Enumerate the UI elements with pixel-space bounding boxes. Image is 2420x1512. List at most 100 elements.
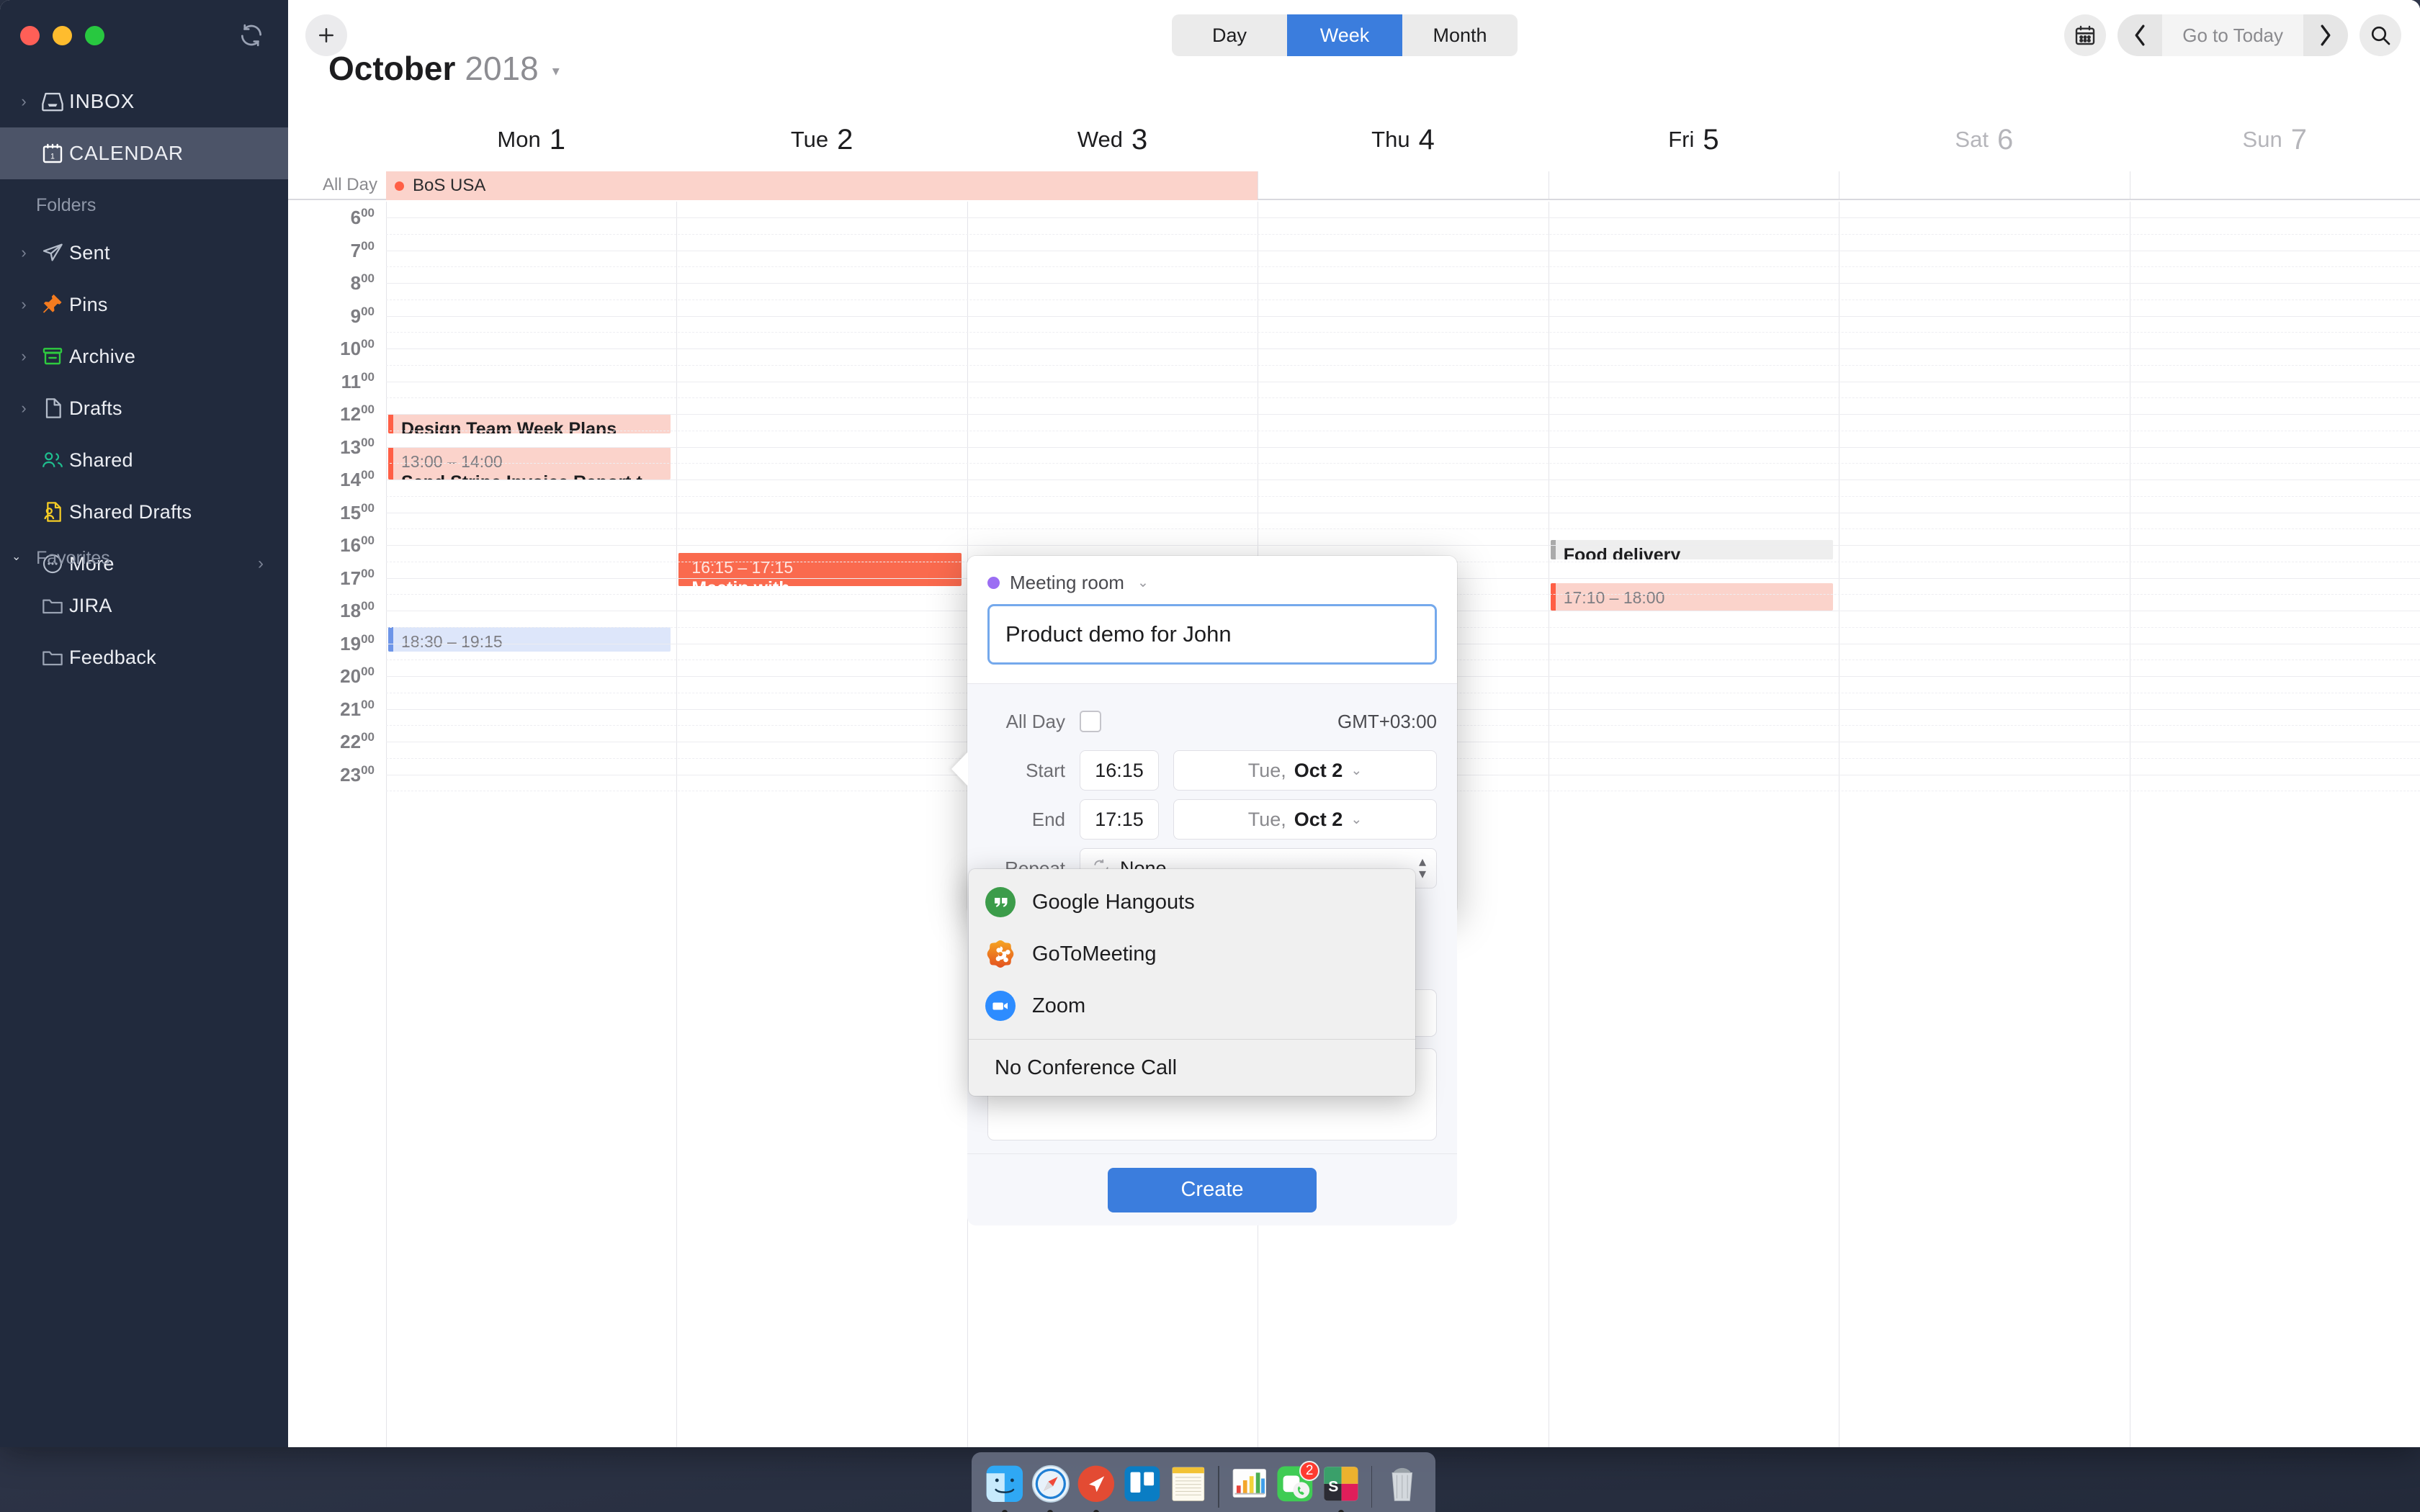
drafts-icon	[36, 394, 69, 423]
sidebar-item-label: JIRA	[69, 594, 112, 616]
dock-item-trello[interactable]	[1123, 1464, 1162, 1512]
dock-item-numbers[interactable]	[1230, 1464, 1269, 1512]
sidebar-item-feedback[interactable]: Feedback	[0, 631, 288, 683]
event-title: Meetin with	[691, 577, 961, 585]
inbox-icon	[36, 87, 69, 116]
day-column-sun[interactable]	[2129, 202, 2420, 1447]
go-to-today-button[interactable]: Go to Today	[2162, 14, 2303, 56]
start-date-field[interactable]: Tue, Oct 2 ⌄	[1173, 750, 1437, 791]
sidebar-item-pins[interactable]: › Pins	[0, 279, 288, 330]
sidebar-item-label: Shared Drafts	[69, 500, 192, 523]
hour-line	[386, 315, 2420, 317]
previous-week-button[interactable]	[2118, 14, 2162, 56]
chevron-down-icon[interactable]: ⌄	[1137, 575, 1149, 591]
sidebar-item-drafts[interactable]: › Drafts	[0, 382, 288, 434]
dock-item-trash[interactable]	[1383, 1464, 1422, 1512]
sidebar-item-calendar[interactable]: 1 CALENDAR	[0, 127, 288, 179]
time-tick: 1100	[341, 369, 375, 392]
menu-item-google-hangouts[interactable]: Google Hangouts	[969, 876, 1415, 928]
chevron-right-icon[interactable]: ›	[12, 297, 36, 312]
event-title-input[interactable]	[987, 604, 1437, 665]
day-header-mon[interactable]: Mon 1	[386, 108, 676, 171]
end-date-dow: Tue,	[1247, 808, 1286, 830]
day-column-mon[interactable]: Design Team Week Plans 13:00 – 14:00Send …	[386, 202, 676, 1447]
sidebar-item-shared[interactable]: Shared	[0, 434, 288, 486]
date-navigation: Go to Today	[2118, 14, 2348, 56]
sidebar-item-jira[interactable]: JIRA	[0, 580, 288, 631]
day-column-tue[interactable]: 16:15 – 17:15Meetin with	[676, 202, 967, 1447]
search-icon[interactable]	[2360, 14, 2401, 56]
all-day-event-bos-usa[interactable]: BoS USA	[386, 171, 1258, 200]
day-header-fri[interactable]: Fri 5	[1549, 108, 1839, 171]
tab-week[interactable]: Week	[1287, 14, 1402, 56]
dock-item-finder[interactable]	[985, 1464, 1024, 1512]
menu-item-gotomeeting[interactable]: GoToMeeting	[969, 928, 1415, 980]
dock-item-facetime[interactable]: 2	[1276, 1461, 1320, 1512]
day-header-sat[interactable]: Sat 6	[1839, 108, 2129, 171]
time-tick: 1300	[340, 435, 375, 458]
next-week-button[interactable]	[2303, 14, 2348, 56]
menu-item-zoom[interactable]: Zoom	[969, 980, 1415, 1032]
sidebar-item-sent[interactable]: › Sent	[0, 227, 288, 279]
dock-item-notes[interactable]	[1169, 1464, 1208, 1512]
create-button[interactable]: Create	[1108, 1167, 1317, 1212]
half-hour-line	[386, 332, 2420, 333]
day-header-tue[interactable]: Tue 2	[676, 108, 967, 171]
window-controls	[20, 26, 104, 45]
all-day-col	[1258, 171, 1548, 199]
chevron-right-icon[interactable]: ›	[12, 245, 36, 261]
day-header-wed[interactable]: Wed 3	[967, 108, 1258, 171]
chevron-right-icon[interactable]: ›	[12, 348, 36, 364]
chevron-right-icon[interactable]: ›	[12, 94, 36, 109]
all-day-col	[1548, 171, 1839, 199]
minimize-button[interactable]	[53, 26, 72, 45]
day-header-thu[interactable]: Thu 4	[1258, 108, 1548, 171]
gotomeeting-icon	[985, 938, 1016, 970]
day-column-fri[interactable]: Food delivery 17:10 – 18:00Feedback & HP …	[1548, 202, 1839, 1447]
shared-drafts-icon	[36, 498, 69, 526]
end-date-field[interactable]: Tue, Oct 2 ⌄	[1173, 799, 1437, 840]
start-time-field[interactable]: 16:15	[1080, 750, 1159, 791]
page-title[interactable]: October 2018 ▾	[328, 49, 560, 88]
calendar-event[interactable]: Food delivery	[1550, 540, 1834, 560]
dock: 2 S	[972, 1452, 1435, 1512]
chevron-down-icon[interactable]: ▾	[552, 62, 560, 80]
stepper-icon[interactable]: ▴ ▾	[1419, 855, 1426, 881]
chevron-down-icon[interactable]: ⌄	[1350, 762, 1362, 779]
end-time-field[interactable]: 17:15	[1080, 799, 1159, 840]
sidebar-item-inbox[interactable]: › INBOX	[0, 76, 288, 127]
sidebar-item-shared-drafts[interactable]: Shared Drafts	[0, 486, 288, 538]
half-hour-line	[386, 266, 2420, 268]
day-number: 6	[1996, 123, 2014, 156]
refresh-icon[interactable]	[238, 22, 265, 49]
chevron-down-icon[interactable]: ⌄	[1350, 811, 1362, 828]
event-title: Food delivery	[1563, 545, 1681, 560]
chevron-down-icon[interactable]: ⌄	[12, 549, 21, 564]
dock-item-slack[interactable]: S	[1322, 1464, 1361, 1512]
sidebar-favorites: ⌄ Favorites JIRA Feedback	[0, 536, 288, 683]
favorites-section-header[interactable]: ⌄ Favorites	[0, 536, 288, 580]
toolbar-right-group: Go to Today	[2064, 14, 2401, 56]
sidebar-nav-top: › INBOX 1 CALENDAR	[0, 76, 288, 179]
day-header-sun[interactable]: Sun 7	[2130, 108, 2420, 171]
all-day-checkbox[interactable]	[1080, 711, 1101, 732]
calendar-selector[interactable]: Meeting room ⌄	[987, 572, 1437, 594]
zoom-button[interactable]	[85, 26, 104, 45]
menu-item-no-conference-call[interactable]: No Conference Call	[969, 1040, 1415, 1096]
dock-item-safari[interactable]	[1031, 1464, 1070, 1512]
all-day-label: All Day	[322, 175, 377, 194]
calendar-picker-icon[interactable]	[2064, 14, 2107, 56]
calendar-event[interactable]: 18:30 – 19:15Spark weekly meeting	[388, 626, 671, 652]
tab-month[interactable]: Month	[1402, 14, 1518, 56]
sidebar-item-archive[interactable]: › Archive	[0, 330, 288, 382]
tab-day[interactable]: Day	[1172, 14, 1287, 56]
sidebar-item-label: CALENDAR	[69, 142, 184, 164]
day-column-sat[interactable]	[1839, 202, 2129, 1447]
close-button[interactable]	[20, 26, 40, 45]
day-name: Thu	[1371, 127, 1410, 152]
dock-item-spark[interactable]	[1077, 1464, 1116, 1512]
chevron-right-icon[interactable]: ›	[12, 400, 36, 416]
calendar-event[interactable]: 17:10 – 18:00Feedback & HP filter review	[1550, 583, 1834, 611]
all-day-label: All Day	[1005, 710, 1065, 732]
calendar-event[interactable]: 16:15 – 17:15Meetin with	[678, 553, 962, 586]
